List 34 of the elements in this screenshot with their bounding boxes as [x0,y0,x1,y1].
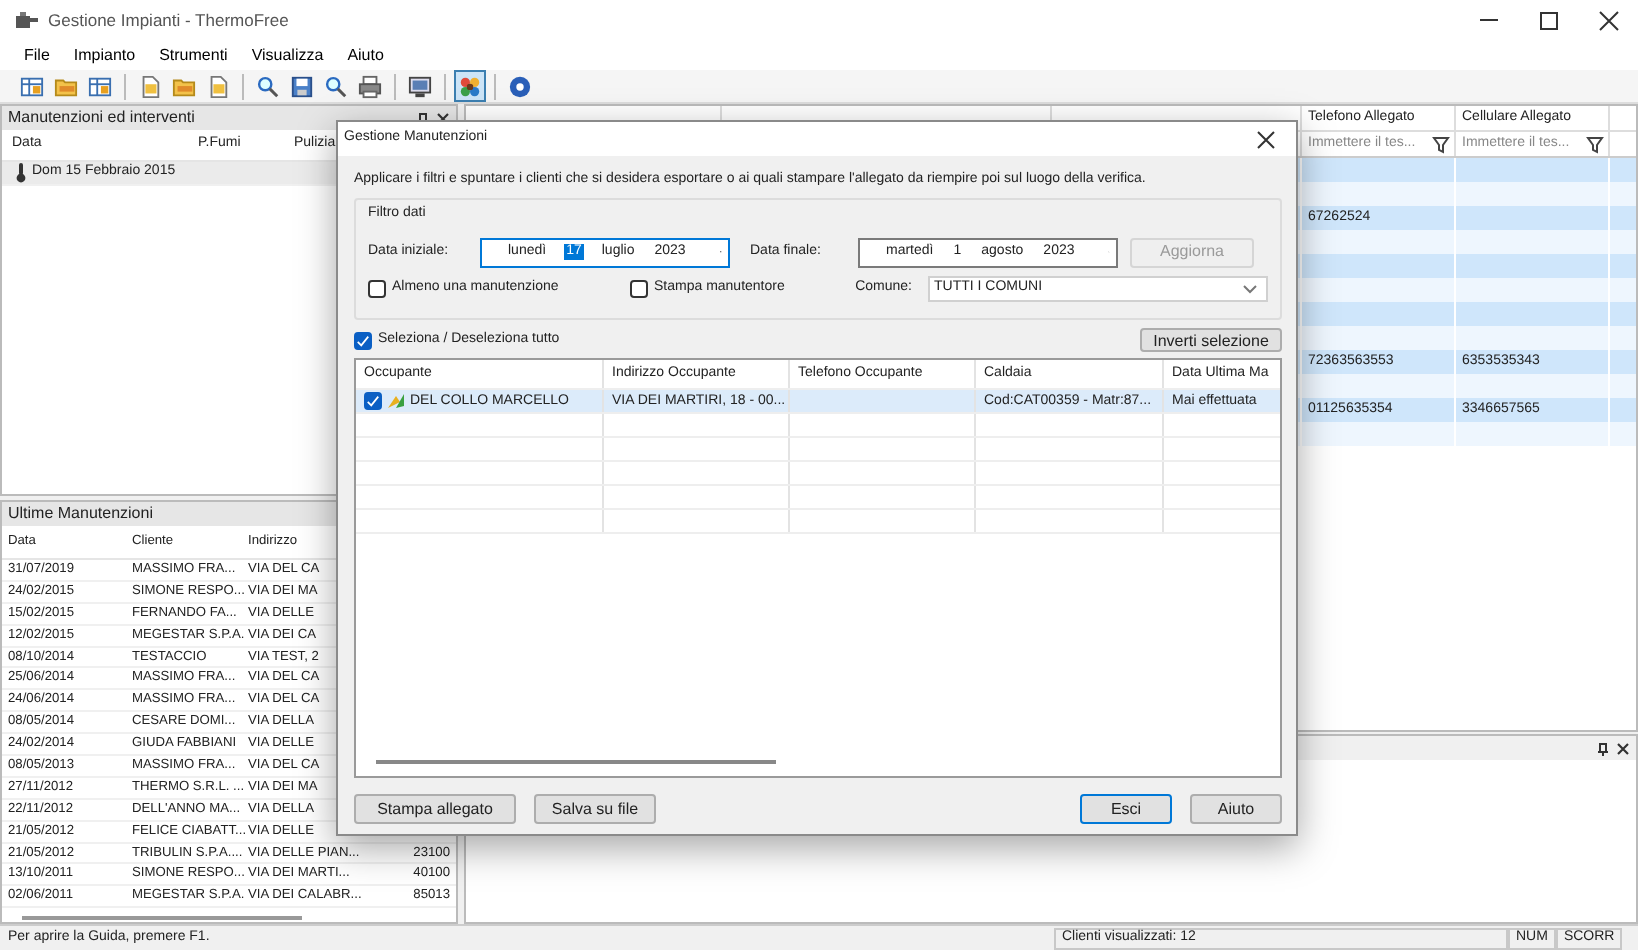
search-icon [256,73,280,99]
check-icon [366,394,380,409]
checkbox[interactable] [354,331,372,350]
dialog-button[interactable]: Aiuto [1190,794,1282,825]
app-icon [14,10,38,30]
dialog-button[interactable]: Stampa allegato [354,794,516,825]
dialog-button[interactable]: Salva su file [534,794,656,825]
toolbar-button[interactable] [354,70,386,102]
checkbox[interactable] [630,279,648,298]
scrollbar[interactable] [376,760,776,765]
menu-item[interactable]: Strumenti [147,45,240,65]
panel-title: Manutenzioni ed interventi [8,108,195,128]
checkbox[interactable] [364,392,382,411]
toolbar-button[interactable] [454,70,486,102]
monitor-icon [408,73,432,99]
check-icon [356,333,370,348]
menu-item[interactable]: Impianto [61,45,148,65]
chevron-down-icon [1242,283,1258,294]
window-title: Gestione Impianti - ThermoFree [48,9,289,31]
maximize-icon[interactable] [1537,9,1559,31]
invert-selection-button[interactable]: Inverti selezione [1140,328,1282,353]
menu-item[interactable]: Visualizza [239,45,336,65]
panel-title: Ultime Manutenzioni [8,504,153,524]
filter-icon[interactable] [1432,135,1450,153]
flower-icon [458,73,482,99]
status-icon [386,392,406,411]
menu-item[interactable]: File [12,45,62,65]
search-icon [324,73,348,99]
filter-icon[interactable] [1586,135,1604,153]
checkbox[interactable] [368,279,386,298]
menu-item[interactable]: Aiuto [335,45,396,65]
dialog-button[interactable]: Esci [1080,794,1172,825]
thermometer-icon [14,162,28,184]
scrollbar[interactable] [22,916,302,921]
